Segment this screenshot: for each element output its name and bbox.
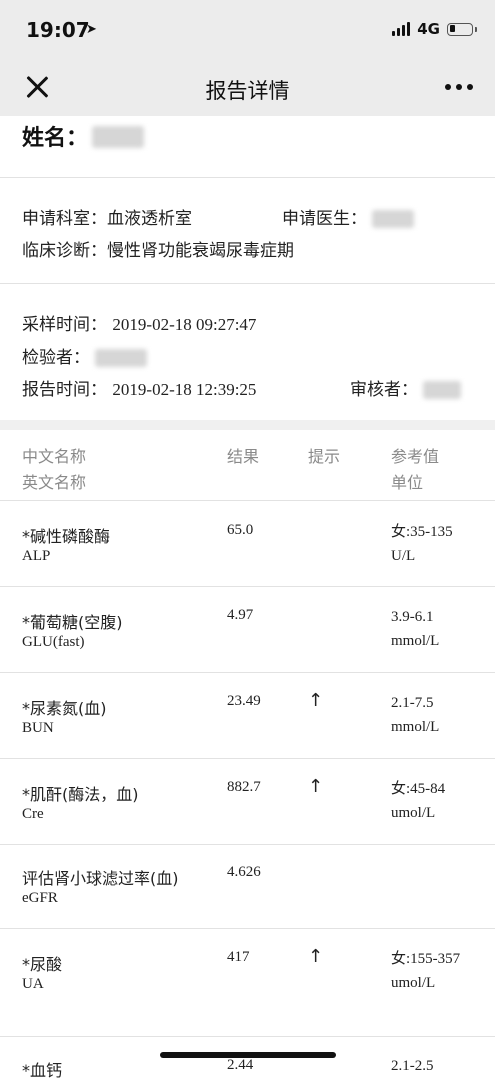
ref-range: 女:35-135 (391, 524, 453, 540)
row-cn-name: *肌酐(酶法，血) (22, 785, 139, 804)
row-result: 2.44 (227, 1057, 254, 1073)
report-time-row: 报告时间： 2019-02-18 12:39:25 (22, 375, 256, 400)
row-ref: 2.1-7.5 mmol/L (391, 691, 491, 739)
row-en-name: BUN (22, 720, 54, 736)
header-unit: 单位 (391, 473, 424, 492)
status-bar: 19:07 ➤ 4G (0, 0, 495, 58)
row-result: 65.0 (227, 522, 254, 538)
doctor-label: 申请医生： (282, 209, 367, 229)
ref-range: 2.1-2.5 (391, 1058, 434, 1074)
header-en-name: 英文名称 (22, 473, 87, 492)
inspector-label: 检验者： (22, 348, 90, 368)
divider (0, 758, 495, 759)
row-en-name: UA (22, 976, 44, 992)
inspector-row: 检验者： (22, 343, 148, 368)
doctor-row: 申请医生： (282, 204, 415, 229)
patient-name-label: 姓名： (22, 126, 89, 151)
signal-icon (392, 22, 411, 36)
row-ref: 2.1-2.5 (391, 1054, 491, 1078)
row-cn-name: *葡萄糖(空腹) (22, 613, 123, 632)
row-en-name: GLU(fast) (22, 634, 85, 650)
unit: mmol/L (391, 633, 440, 649)
diagnosis-row: 临床诊断：慢性肾功能衰竭尿毒症期 (22, 236, 294, 261)
row-cn-name: *尿酸 (22, 955, 63, 974)
inspector-name-redacted (95, 349, 148, 367)
diagnosis-label: 临床诊断： (22, 241, 107, 261)
status-indicators: 4G (392, 20, 477, 38)
row-ref: 女:35-135 U/L (391, 520, 491, 568)
more-options-icon[interactable] (445, 84, 473, 90)
divider (0, 586, 495, 587)
divider (0, 928, 495, 929)
sample-time-row: 采样时间： 2019-02-18 09:27:47 (22, 310, 256, 335)
divider (0, 1036, 495, 1037)
row-result: 23.49 (227, 693, 261, 709)
dept-row: 申请科室：血液透析室 (22, 204, 192, 229)
location-arrow-icon: ➤ (86, 21, 97, 36)
divider (0, 844, 495, 845)
row-cn-name: 评估肾小球滤过率(血) (22, 869, 179, 888)
unit: mmol/L (391, 719, 440, 735)
row-result: 4.97 (227, 607, 254, 623)
up-arrow-icon: ↑ (308, 690, 324, 711)
row-cn-name: *碱性磷酸酶 (22, 527, 111, 546)
row-en-name: Cre (22, 806, 44, 822)
row-en-name: ALP (22, 548, 51, 564)
battery-icon (447, 22, 477, 36)
row-ref: 女:45-84 umol/L (391, 777, 491, 825)
sample-time-value: 2019-02-18 09:27:47 (112, 315, 257, 334)
home-indicator[interactable] (160, 1052, 336, 1058)
dept-value: 血液透析室 (107, 209, 192, 229)
row-result: 882.7 (227, 779, 261, 795)
sample-time-label: 采样时间： (22, 315, 107, 335)
unit: umol/L (391, 975, 436, 991)
status-time: 19:07 (26, 18, 90, 42)
row-cn-name: *血钙 (22, 1061, 63, 1080)
row-result: 4.626 (227, 864, 261, 880)
up-arrow-icon: ↑ (308, 776, 324, 797)
unit: U/L (391, 548, 416, 564)
unit: umol/L (391, 805, 436, 821)
header-cn-name: 中文名称 (22, 447, 87, 466)
reviewer-row: 审核者： (350, 375, 462, 400)
row-ref: 3.9-6.1 mmol/L (391, 605, 491, 653)
divider (0, 177, 495, 178)
header-hint: 提示 (308, 447, 341, 466)
row-ref: 女:155-357 umol/L (391, 947, 461, 995)
divider (0, 500, 495, 501)
diagnosis-value: 慢性肾功能衰竭尿毒症期 (107, 241, 294, 261)
report-content: 姓名： 申请科室：血液透析室 申请医生： 临床诊断：慢性肾功能衰竭尿毒症期 采样… (0, 116, 495, 1080)
row-cn-name: *尿素氮(血) (22, 699, 107, 718)
doctor-name-redacted (372, 210, 415, 228)
header-ref: 参考值 (391, 447, 440, 466)
up-arrow-icon: ↑ (308, 946, 324, 967)
ref-range: 女:155-357 (391, 951, 461, 967)
nav-bar: 报告详情 (0, 58, 495, 116)
divider (0, 283, 495, 284)
patient-name-redacted (92, 126, 144, 148)
reviewer-label: 审核者： (350, 380, 418, 400)
row-en-name: eGFR (22, 890, 58, 906)
network-type: 4G (417, 20, 440, 38)
page-title: 报告详情 (205, 79, 290, 103)
report-time-label: 报告时间： (22, 380, 107, 400)
divider (0, 672, 495, 673)
ref-range: 女:45-84 (391, 781, 446, 797)
row-result: 417 (227, 949, 250, 965)
ref-range: 3.9-6.1 (391, 609, 434, 625)
section-gap (0, 420, 495, 430)
header-result: 结果 (227, 447, 260, 466)
ref-range: 2.1-7.5 (391, 695, 434, 711)
report-time-value: 2019-02-18 12:39:25 (112, 380, 257, 399)
dept-label: 申请科室： (22, 209, 107, 229)
reviewer-name-redacted (423, 381, 462, 399)
